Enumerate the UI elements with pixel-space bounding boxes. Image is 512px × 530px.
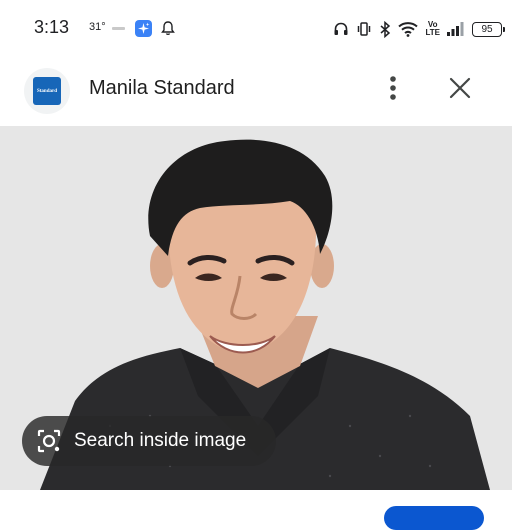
- status-temperature: 31°: [89, 21, 106, 33]
- more-options-button[interactable]: [380, 73, 406, 103]
- signal-icon: [447, 22, 464, 36]
- site-title[interactable]: Manila Standard: [89, 77, 235, 100]
- viewer-header: Standard Manila Standard: [0, 56, 512, 126]
- search-inside-image-label: Search inside image: [74, 430, 247, 451]
- gemini-icon: [135, 20, 152, 37]
- status-time: 3:13: [34, 17, 70, 37]
- image-viewer[interactable]: Search inside image: [0, 126, 512, 490]
- wifi-icon: [398, 22, 419, 37]
- battery-icon: 95: [472, 21, 505, 37]
- site-avatar[interactable]: Standard: [24, 68, 70, 114]
- search-inside-image-button[interactable]: Search inside image: [22, 416, 276, 466]
- manila-standard-logo: Standard: [33, 77, 61, 105]
- headphones-icon: [334, 22, 348, 35]
- more-vert-icon: [390, 76, 396, 100]
- status-bar: 3:13 31° Vo LTE 95: [0, 0, 512, 56]
- bluetooth-icon: [380, 20, 391, 38]
- lens-camera-icon: [37, 429, 61, 453]
- close-button[interactable]: [445, 73, 475, 103]
- volte-icon: Vo LTE: [425, 21, 440, 37]
- battery-level: 95: [481, 23, 493, 35]
- vibrate-icon: [358, 22, 371, 36]
- volte-bottom: LTE: [425, 28, 440, 37]
- notification-icon: [112, 27, 125, 30]
- visit-button[interactable]: [384, 506, 484, 530]
- close-icon: [449, 77, 471, 99]
- bell-icon: [161, 21, 175, 36]
- logo-text: Standard: [36, 88, 57, 94]
